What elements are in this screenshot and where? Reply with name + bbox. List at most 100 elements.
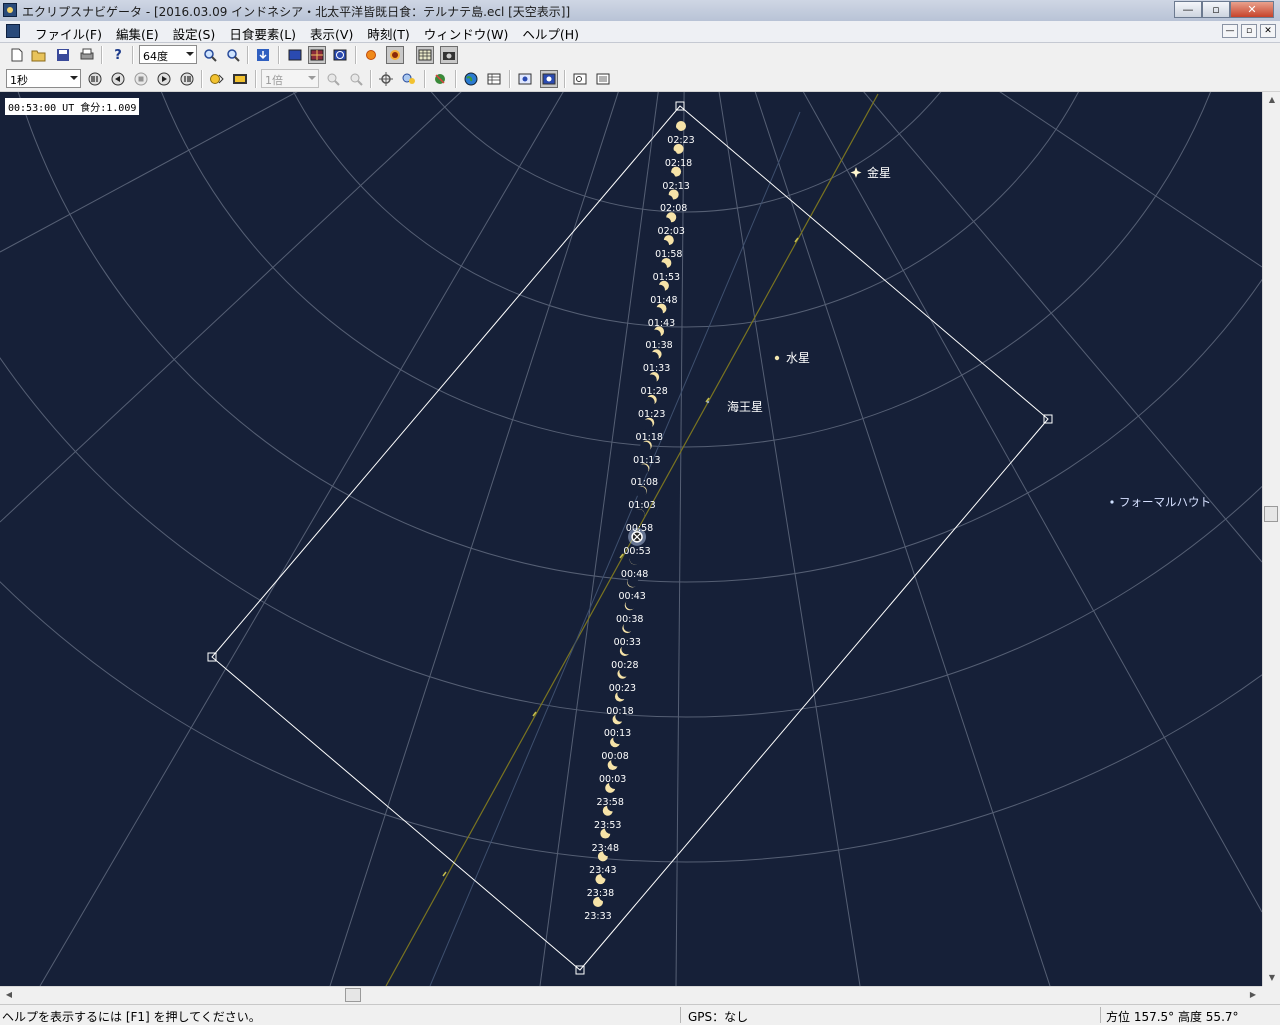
sun-time-label: 02:03: [657, 226, 685, 238]
earth-view-icon[interactable]: [462, 70, 480, 88]
open-folder-icon[interactable]: [30, 46, 48, 64]
sun-time-label: 23:33: [584, 911, 612, 922]
speed-value: 1倍: [265, 74, 283, 87]
scroll-right-icon[interactable]: ▶: [1244, 987, 1262, 1003]
fov-select[interactable]: 64度: [139, 45, 197, 64]
list-view-icon[interactable]: [485, 70, 503, 88]
sun-time-label: 00:28: [611, 659, 639, 671]
sun-time-label: 02:13: [662, 180, 690, 192]
menu-file[interactable]: ファイル(F): [28, 23, 109, 44]
menu-window[interactable]: ウィンドウ(W): [417, 23, 516, 44]
sun-time-label: 02:18: [664, 157, 693, 169]
app-icon[interactable]: [3, 3, 17, 17]
status-gps: GPS：なし: [688, 1010, 749, 1024]
sun-time-label: 01:53: [652, 271, 681, 283]
sun-time-label: 00:48: [620, 568, 649, 580]
help-icon[interactable]: ?: [109, 46, 127, 64]
sun-icon[interactable]: [362, 46, 380, 64]
sun-time-label: 01:28: [640, 386, 668, 398]
sky-chart[interactable]: [0, 92, 1262, 986]
time-set-icon[interactable]: [231, 70, 249, 88]
menu-edit[interactable]: 編集(E): [109, 23, 166, 44]
mdi-close-button[interactable]: ✕: [1260, 24, 1276, 38]
zoom-in-icon[interactable]: [201, 46, 219, 64]
sky-display-icon[interactable]: [540, 70, 558, 88]
fomalhaut-marker[interactable]: [1110, 500, 1114, 504]
scroll-up-icon[interactable]: ▲: [1263, 92, 1280, 108]
menu-settings[interactable]: 設定(S): [166, 23, 223, 44]
sky-window-icon[interactable]: [516, 70, 534, 88]
sun-time-label: 02:23: [667, 135, 695, 146]
find-object-icon[interactable]: [400, 70, 418, 88]
time-jump-icon[interactable]: [208, 70, 226, 88]
eclipse-view-icon[interactable]: [386, 46, 404, 64]
stop-icon[interactable]: [132, 70, 150, 88]
info-window-icon[interactable]: [571, 70, 589, 88]
camera-icon[interactable]: [440, 46, 458, 64]
playback-toolbar: 1秒 1倍: [0, 67, 1280, 92]
sun-time-label: 23:53: [594, 819, 622, 831]
mdi-minimize-button[interactable]: —: [1222, 24, 1238, 38]
fomalhaut-label: フォーマルハウト: [1119, 495, 1211, 509]
sun-time-label: 01:33: [642, 363, 671, 375]
play-icon[interactable]: [155, 70, 173, 88]
vertical-scroll-thumb[interactable]: [1264, 506, 1278, 522]
time-step-value: 1秒: [10, 74, 28, 87]
print-icon[interactable]: [78, 46, 96, 64]
globe-view-icon[interactable]: [331, 46, 349, 64]
maximize-button[interactable]: ▫: [1202, 1, 1230, 18]
menu-time[interactable]: 時刻(T): [360, 23, 416, 44]
save-icon[interactable]: [54, 46, 72, 64]
mdi-restore-button[interactable]: ▫: [1241, 24, 1257, 38]
status-position: 方位 157.5° 高度 55.7°: [1106, 1010, 1239, 1024]
sun-disc: [656, 257, 672, 273]
fast-forward-icon[interactable]: [178, 70, 196, 88]
table-view-icon[interactable]: [416, 46, 434, 64]
sky-view-icon[interactable]: [286, 46, 304, 64]
sun-time-label: 01:13: [633, 454, 661, 466]
horizontal-scrollbar[interactable]: ◀ ▶: [0, 986, 1262, 1004]
center-target-icon[interactable]: [377, 70, 395, 88]
menu-view[interactable]: 表示(V): [303, 23, 360, 44]
scroll-left-icon[interactable]: ◀: [0, 987, 18, 1003]
sun-time-label: 00:03: [598, 774, 627, 786]
vertical-scrollbar[interactable]: ▲ ▼: [1262, 92, 1280, 986]
time-step-select[interactable]: 1秒: [6, 69, 81, 88]
speed-select[interactable]: 1倍: [261, 69, 319, 88]
step-back-icon[interactable]: [109, 70, 127, 88]
document-icon[interactable]: [6, 24, 20, 38]
download-arrow-icon[interactable]: [254, 46, 272, 64]
neptune-marker[interactable]: [706, 400, 710, 404]
sun-path: [593, 121, 686, 907]
mercury-marker[interactable]: [774, 355, 780, 361]
menu-bar: ファイル(F) 編集(E) 設定(S) 日食要素(L) 表示(V) 時刻(T) …: [0, 21, 1280, 43]
sky-view[interactable]: 00:53:00 UT 食分:1.009 金星 水星 海王星 フォーマルハウト …: [0, 92, 1262, 986]
sun-time-label: 00:38: [616, 614, 644, 626]
new-file-icon[interactable]: [8, 46, 26, 64]
zoom-sky-out-icon[interactable]: [347, 70, 365, 88]
sun-time-label: 01:58: [655, 249, 683, 261]
rewind-fast-icon[interactable]: [86, 70, 104, 88]
main-toolbar: ? 64度: [0, 43, 1280, 68]
zoom-sky-in-icon[interactable]: [324, 70, 342, 88]
scroll-corner: [1262, 986, 1280, 1004]
zoom-out-icon[interactable]: [224, 46, 242, 64]
close-button[interactable]: ✕: [1230, 1, 1274, 18]
sun-time-label: 23:43: [589, 865, 617, 877]
sun-time-label: 01:18: [635, 431, 663, 443]
location-icon[interactable]: [431, 70, 449, 88]
fov-value: 64度: [143, 50, 168, 63]
equator-line: [429, 111, 801, 986]
minimize-button[interactable]: —: [1174, 1, 1202, 18]
grid-view-icon[interactable]: [308, 46, 326, 64]
sun-time-label: 00:33: [613, 637, 641, 649]
sun-time-label: 01:08: [630, 477, 659, 489]
venus-marker[interactable]: [850, 167, 862, 178]
sun-time-label: 01:48: [650, 294, 678, 306]
scroll-down-icon[interactable]: ▼: [1263, 970, 1280, 986]
menu-eclipse-elements[interactable]: 日食要素(L): [222, 23, 303, 44]
horizontal-scroll-thumb[interactable]: [345, 988, 361, 1002]
sun-time-label: 23:38: [586, 888, 615, 900]
data-window-icon[interactable]: [594, 70, 612, 88]
menu-help[interactable]: ヘルプ(H): [515, 23, 586, 44]
